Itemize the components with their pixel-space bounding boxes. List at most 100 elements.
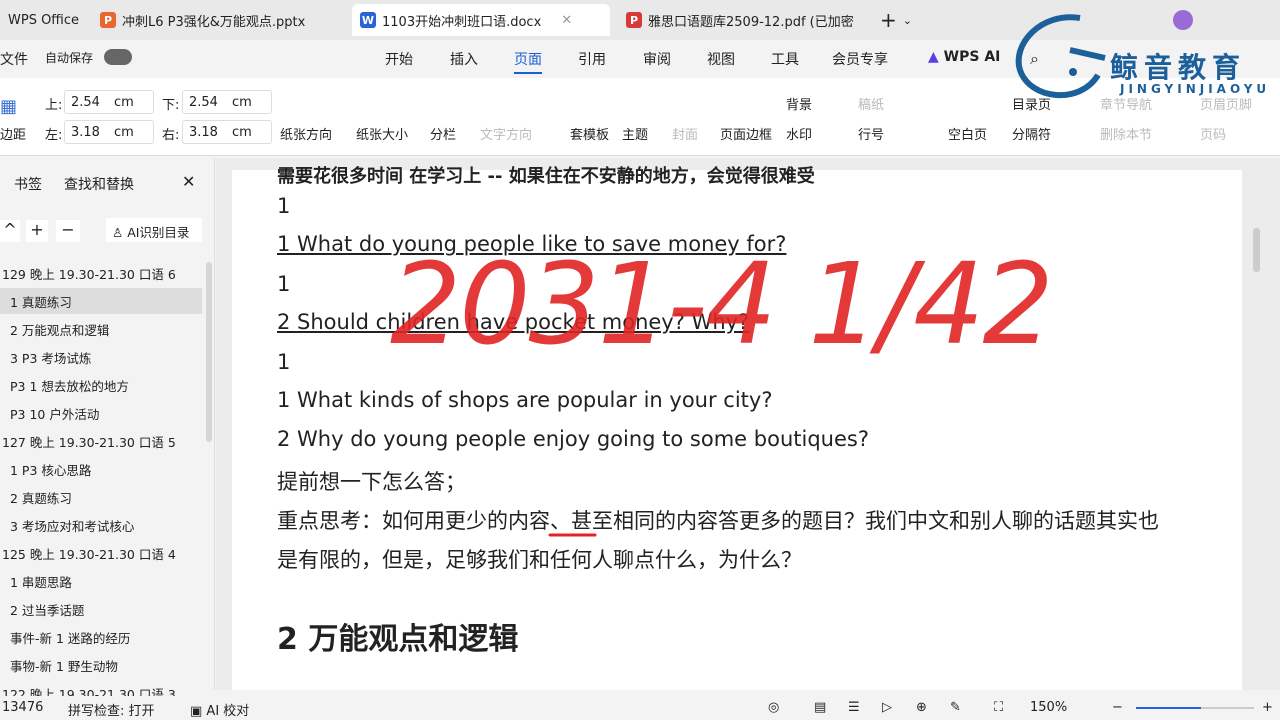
menu-references[interactable]: 引用 <box>578 49 606 69</box>
question: 1 What do young people like to save mone… <box>277 232 787 256</box>
eye-protect-icon[interactable]: ◎ <box>768 700 779 715</box>
pane-scrollbar[interactable] <box>206 262 212 442</box>
margins-button[interactable]: 边距 <box>0 124 26 143</box>
menu-insert[interactable]: 插入 <box>450 49 478 69</box>
template-button[interactable]: 套模板 <box>570 124 609 143</box>
cover-button[interactable]: 封面 <box>672 124 698 143</box>
menu-view[interactable]: 视图 <box>707 49 735 69</box>
outline-item[interactable]: 2 万能观点和逻辑 <box>0 316 202 342</box>
top-margin-field[interactable]: 2.54 cm <box>64 90 154 114</box>
zoom-out-button[interactable]: − <box>1112 700 1123 715</box>
zoom-level[interactable]: 150% <box>1030 700 1067 715</box>
page-border-button[interactable]: 页面边框 <box>720 124 772 143</box>
unit: cm <box>113 94 134 110</box>
wps-ai-icon: ▲ <box>928 49 939 65</box>
menu-file[interactable]: 文件 <box>0 49 28 69</box>
remove-bookmark-button[interactable]: − <box>56 220 80 242</box>
zoom-slider-fill <box>1136 707 1201 709</box>
text-direction-button[interactable]: 文字方向 <box>480 124 532 143</box>
page-view-icon[interactable]: ▤ <box>814 700 826 715</box>
paper-size-button[interactable]: 纸张大小 <box>356 124 408 143</box>
new-tab-button[interactable]: + ⌄ <box>872 4 920 36</box>
outline-item[interactable]: 3 考场应对和考试核心 <box>0 512 202 538</box>
outline-item[interactable]: 3 P3 考场试炼 <box>0 344 202 370</box>
pdf-icon: P <box>626 12 642 28</box>
left-margin-field[interactable]: 3.18 cm <box>64 120 154 144</box>
wps-ai-button[interactable]: ▲ WPS AI <box>928 49 1000 65</box>
delete-section-button[interactable]: 删除本节 <box>1100 124 1152 143</box>
pptx-icon: P <box>100 12 116 28</box>
outline-item[interactable]: 1 P3 核心思路 <box>0 456 202 482</box>
spell-check-button[interactable]: 拼写检查: 打开 <box>68 700 155 719</box>
zoom-in-button[interactable]: + <box>1262 700 1273 715</box>
outline-item[interactable]: 129 晚上 19.30-21.30 口语 6 <box>0 260 202 286</box>
menu-member[interactable]: 会员专享 <box>832 49 888 69</box>
question: 2 Why do young people enjoy going to som… <box>277 427 869 451</box>
text-line: 是有限的，但是，足够我们和任何人聊点什么，为什么？ <box>277 548 802 572</box>
outline-item[interactable]: 1 真题练习 <box>0 288 202 314</box>
brand-watermark: 鲸音教育 JINGYINJIAOYU <box>1010 10 1280 105</box>
background-button[interactable]: 背景 <box>786 94 812 113</box>
outline-item[interactable]: 127 晚上 19.30-21.30 口语 5 <box>0 428 202 454</box>
tab-bookmark[interactable]: 书签 <box>14 174 42 194</box>
close-icon[interactable]: ✕ <box>561 13 572 28</box>
left-margin-label: 左: <box>45 128 63 143</box>
tab-pdf[interactable]: P 雅思口语题库2509-12.pdf (已加密 <box>618 4 863 36</box>
autosave-toggle[interactable] <box>104 49 132 65</box>
zoom-slider[interactable] <box>1136 707 1254 709</box>
separator-button[interactable]: 分隔符 <box>1012 124 1051 143</box>
text-line: 1 <box>277 272 291 296</box>
word-count[interactable]: 13476 <box>2 700 43 715</box>
menu-tools[interactable]: 工具 <box>771 49 799 69</box>
orientation-button[interactable]: 纸张方向 <box>280 124 332 143</box>
outline-item[interactable]: 事件-新 1 迷路的经历 <box>0 624 202 650</box>
menu-page[interactable]: 页面 <box>514 49 542 74</box>
top-margin-label: 上: <box>45 98 63 113</box>
outline-item[interactable]: 2 过当季话题 <box>0 596 202 622</box>
menu-review[interactable]: 审阅 <box>643 49 671 69</box>
document-scrollbar[interactable] <box>1253 228 1260 272</box>
columns-button[interactable]: 分栏 <box>430 124 456 143</box>
close-pane-icon[interactable]: ✕ <box>182 172 195 191</box>
text-line: 提前想一下怎么答； <box>277 470 466 494</box>
question: 1 What kinds of shops are popular in you… <box>277 388 773 412</box>
ai-toc-button[interactable]: ♙ AI识别目录 <box>106 218 202 242</box>
outline-view-icon[interactable]: ☰ <box>848 700 860 715</box>
add-bookmark-button[interactable]: + <box>26 220 48 242</box>
text-line: 需要花很多时间 在学习上 -- 如果住在不安静的地方，会觉得很难受 <box>277 166 815 187</box>
tab-find-replace[interactable]: 查找和替换 <box>64 174 134 194</box>
play-icon[interactable]: ▷ <box>882 700 892 715</box>
outline-item[interactable]: 事物-新 1 野生动物 <box>0 652 202 678</box>
page-number-button[interactable]: 页码 <box>1200 124 1226 143</box>
fit-page-icon[interactable]: ⛶ <box>994 700 1003 715</box>
right-margin-field[interactable]: 3.18 cm <box>182 120 272 144</box>
outline-item[interactable]: 125 晚上 19.30-21.30 口语 4 <box>0 540 202 566</box>
outline-item[interactable]: P3 10 户外活动 <box>0 400 202 426</box>
collapse-button[interactable]: ^ <box>0 220 20 242</box>
bottom-margin-field[interactable]: 2.54 cm <box>182 90 272 114</box>
line-number-button[interactable]: 行号 <box>858 124 884 143</box>
outline-item[interactable]: 1 串题思路 <box>0 568 202 594</box>
theme-button[interactable]: 主题 <box>622 124 648 143</box>
web-view-icon[interactable]: ⊕ <box>916 700 927 715</box>
margins-icon: ▦ <box>0 96 18 117</box>
blank-page-button[interactable]: 空白页 <box>948 124 987 143</box>
tab-wps-home[interactable]: WPS Office <box>0 4 87 36</box>
text-line: 1 <box>277 194 291 218</box>
pen-icon[interactable]: ✎ <box>950 700 961 715</box>
watermark-button[interactable]: 水印 <box>786 124 812 143</box>
tab-docx[interactable]: W 1103开始冲刺班口语.docx ✕ <box>352 4 610 36</box>
outline-item[interactable]: 2 真题练习 <box>0 484 202 510</box>
draft-paper-button[interactable]: 稿纸 <box>858 94 884 113</box>
navigation-pane: 书签 查找和替换 ✕ ^ + − ♙ AI识别目录 129 晚上 19.30-2… <box>0 158 215 702</box>
tab-label: 1103开始冲刺班口语.docx <box>382 14 542 30</box>
brand-pinyin: JINGYINJIAOYU <box>1120 82 1271 96</box>
tab-label: WPS Office <box>8 12 80 28</box>
menu-home[interactable]: 开始 <box>385 49 413 69</box>
text-line: 重点思考：如何用更少的内容、甚至相同的内容答更多的题目？我们中文和别人聊的话题其… <box>277 509 1159 533</box>
tab-label: 冲刺L6 P3强化&万能观点.pptx <box>122 14 306 30</box>
outline-item[interactable]: P3 1 想去放松的地方 <box>0 372 202 398</box>
tab-pptx[interactable]: P 冲刺L6 P3强化&万能观点.pptx <box>92 4 342 36</box>
ai-check-button[interactable]: ▣ AI 校对 <box>190 700 249 719</box>
value: 2.54 <box>71 94 100 110</box>
